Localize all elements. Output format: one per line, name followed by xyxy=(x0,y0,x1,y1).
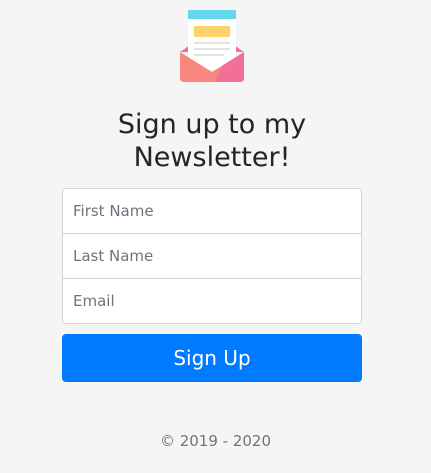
signup-form xyxy=(62,188,362,324)
open-envelope-letter-icon xyxy=(180,10,244,82)
newsletter-logo xyxy=(179,8,245,84)
copyright-text: © 2019 - 2020 xyxy=(159,432,272,450)
last-name-field[interactable] xyxy=(62,233,362,279)
email-field[interactable] xyxy=(62,278,362,324)
page-title: Sign up to my Newsletter! xyxy=(117,109,307,173)
sign-up-button[interactable]: Sign Up xyxy=(62,334,362,382)
first-name-field[interactable] xyxy=(62,188,362,234)
